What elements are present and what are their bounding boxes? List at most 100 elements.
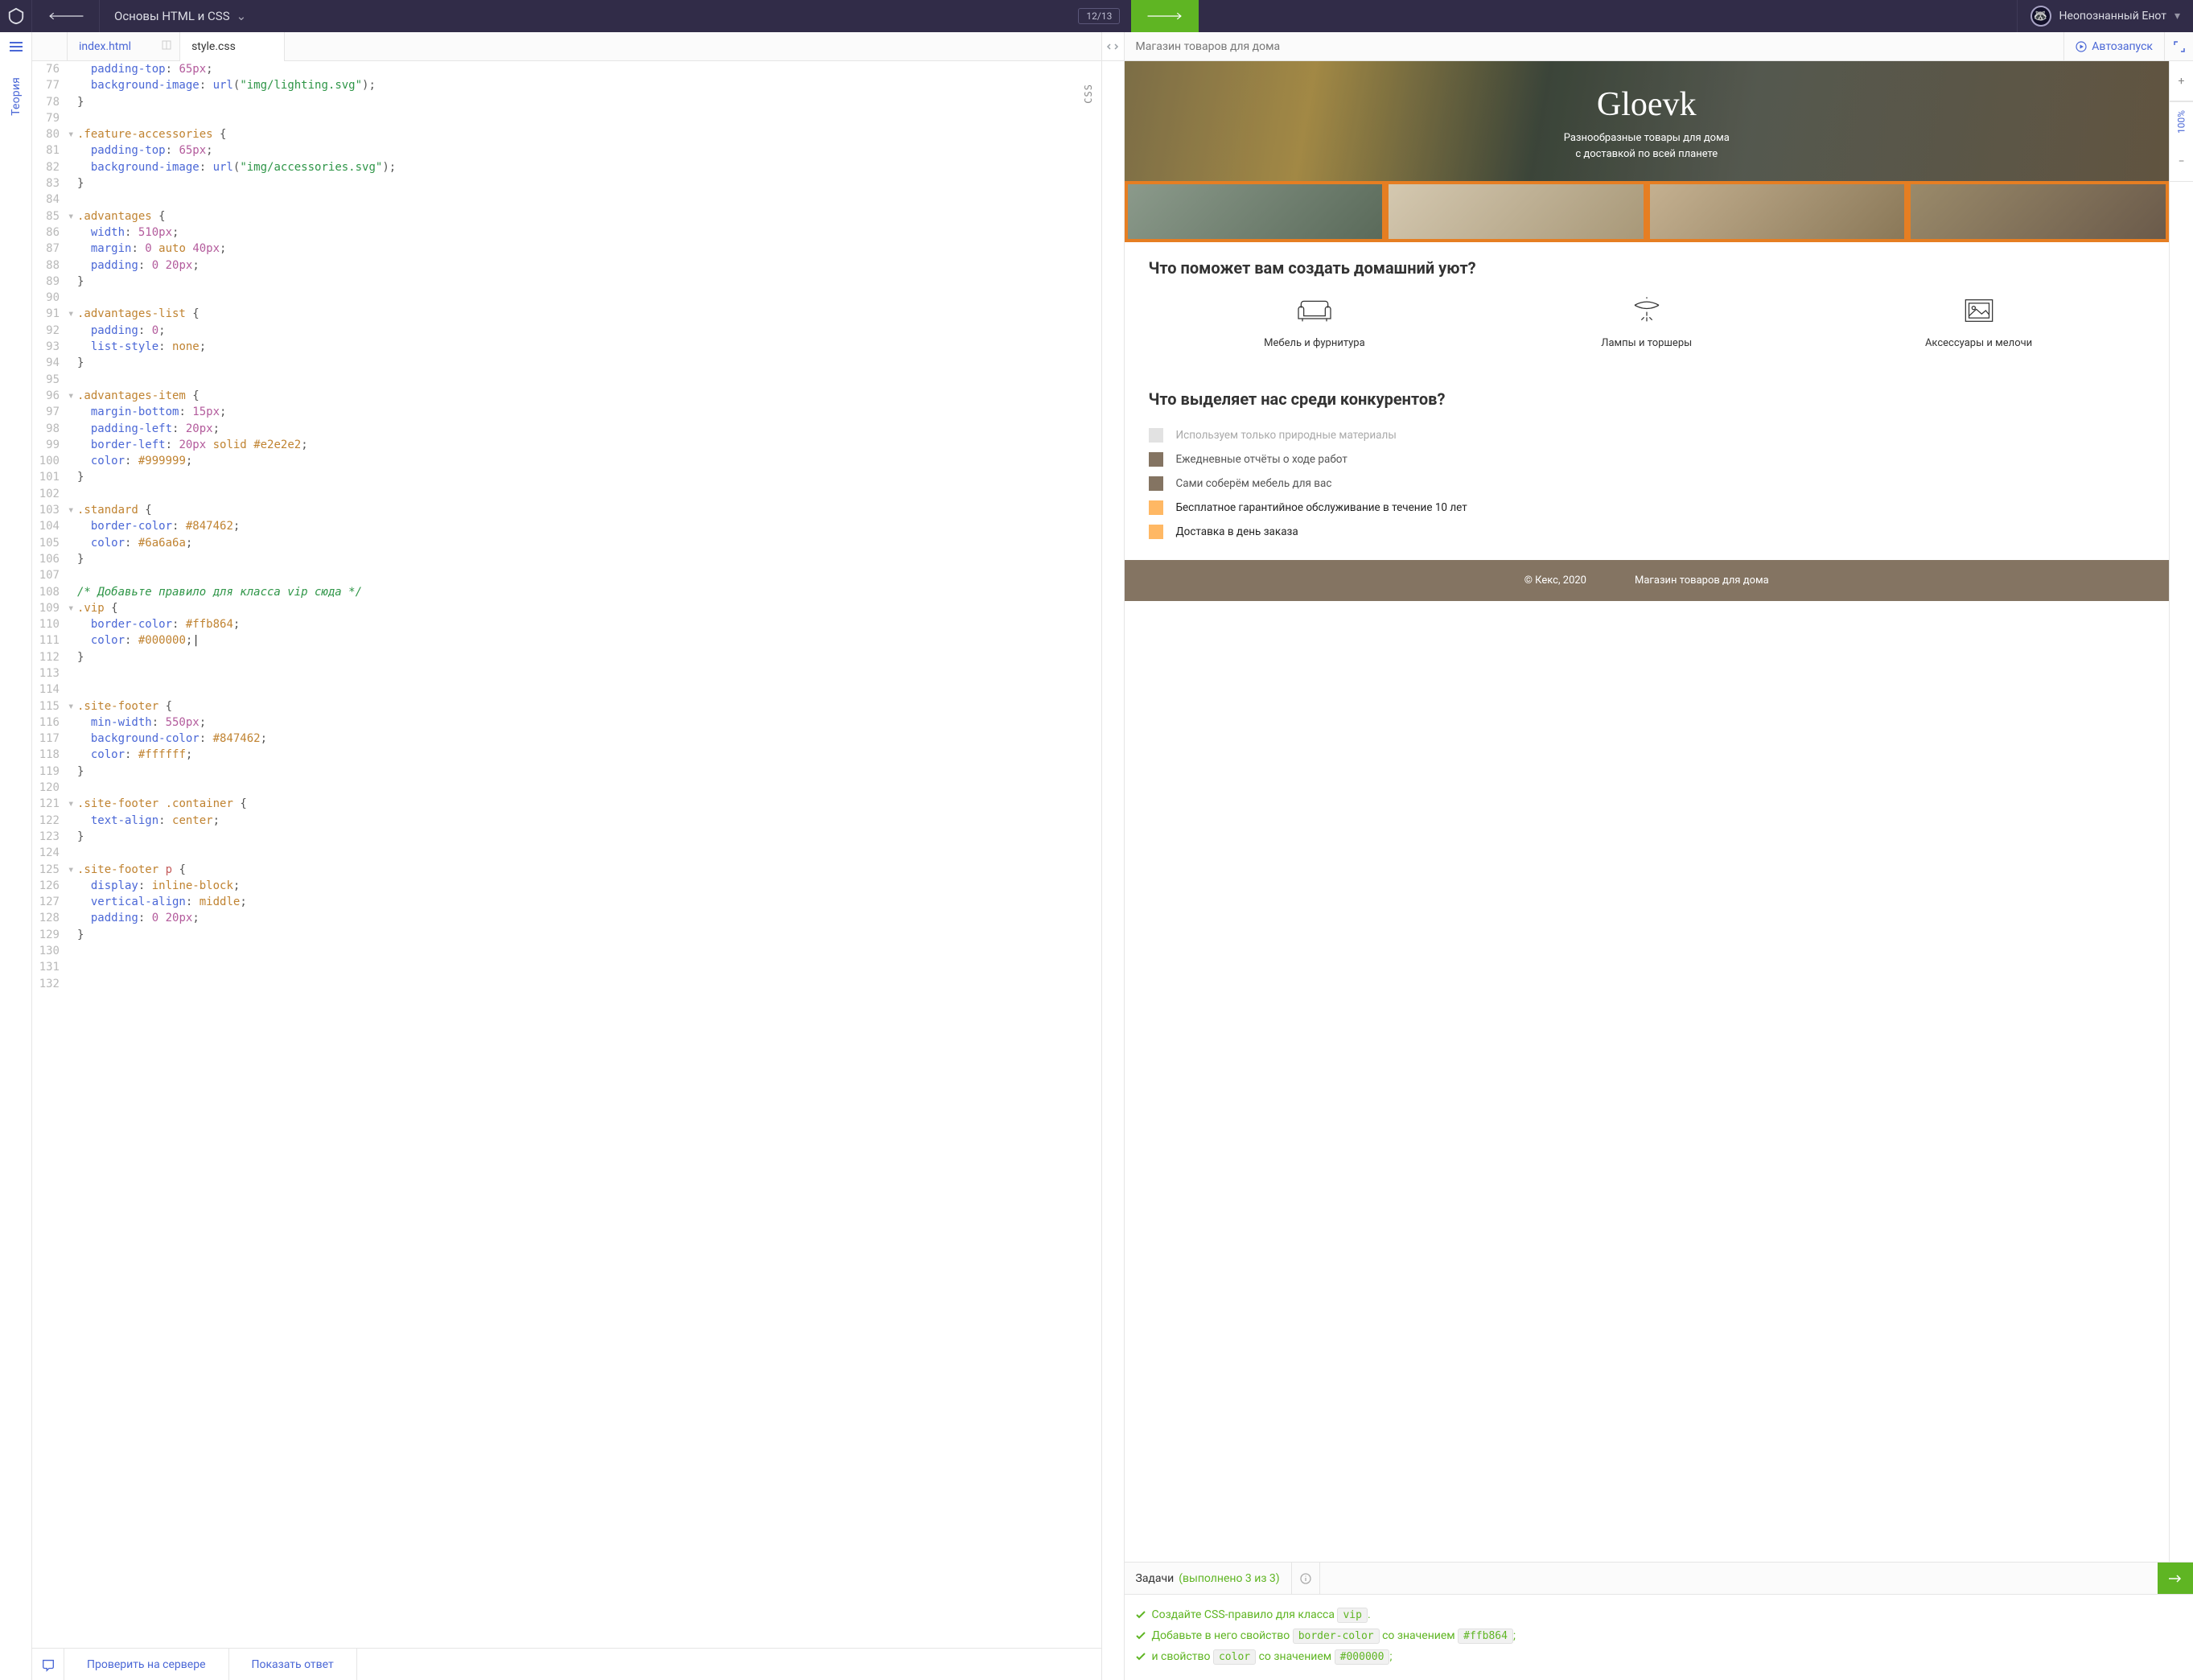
preview-iframe[interactable]: Gloevk Разнообразные товары для дома с д… [1125,61,2170,1562]
code-line[interactable]: 123 } [32,829,1101,845]
tasks-header: Задачи (выполнено 3 из 3) [1125,1563,2193,1595]
autorun-button[interactable]: Автозапуск [2063,32,2164,60]
code-line[interactable]: 128 padding: 0 20px; [32,910,1101,926]
tasks-info-button[interactable] [1291,1563,1320,1594]
code-line[interactable]: 98 padding-left: 20px; [32,421,1101,437]
code-line[interactable]: 131 [32,959,1101,975]
autorun-label: Автозапуск [2092,40,2153,53]
code-line[interactable]: 82 background-image: url("img/accessorie… [32,159,1101,175]
code-line[interactable]: 109▾.vip { [32,600,1101,616]
code-line[interactable]: 103▾.standard { [32,502,1101,518]
picture-icon [1812,292,2145,329]
tasks-list: Создайте CSS-правило для класса vip.Доба… [1125,1595,2193,1680]
code-line[interactable]: 114 [32,681,1101,698]
expand-preview-button[interactable] [2164,32,2193,60]
feature-furniture: Мебель и фурнитура [1149,292,1481,349]
feature-label: Мебель и фурнитура [1149,337,1481,349]
code-line[interactable]: 107 [32,567,1101,583]
code-line[interactable]: 84 [32,191,1101,208]
code-editor[interactable]: CSS 76 padding-top: 65px;77 background-i… [32,61,1101,1648]
code-line[interactable]: 81 padding-top: 65px; [32,142,1101,159]
code-line[interactable]: 115▾.site-footer { [32,698,1101,714]
logo-icon[interactable] [0,0,32,32]
code-line[interactable]: 76 padding-top: 65px; [32,61,1101,77]
code-line[interactable]: 102 [32,486,1101,502]
lamp-icon [1480,292,1812,329]
code-line[interactable]: 119 } [32,764,1101,780]
hero-subtitle-1: Разнообразные товары для дома [1141,130,2154,146]
code-line[interactable]: 101 } [32,469,1101,485]
code-line[interactable]: 91▾.advantages-list { [32,306,1101,322]
code-line[interactable]: 122 text-align: center; [32,813,1101,829]
show-answer-button[interactable]: Показать ответ [229,1649,357,1680]
code-line[interactable]: 78 } [32,94,1101,110]
code-line[interactable]: 120 [32,780,1101,796]
code-line[interactable]: 89 } [32,274,1101,290]
preview-panel: Магазин товаров для дома Автозапуск Gloe… [1125,32,2193,1680]
code-line[interactable]: 132 [32,976,1101,992]
menu-icon[interactable] [0,32,32,61]
panel-divider[interactable] [1102,32,1125,1680]
tab-index-html[interactable]: index.html [68,32,180,60]
code-line[interactable]: 88 padding: 0 20px; [32,257,1101,274]
code-line[interactable]: 110 border-color: #ffb864; [32,616,1101,632]
code-line[interactable]: 104 border-color: #847462; [32,518,1101,534]
course-title-dropdown[interactable]: Основы HTML и CSS ⌄ [100,0,261,32]
code-line[interactable]: 130 [32,943,1101,959]
chevron-down-icon: ⌄ [237,9,247,23]
code-line[interactable]: 97 margin-bottom: 15px; [32,404,1101,420]
code-line[interactable]: 129 } [32,927,1101,943]
user-name: Неопознанный Енот [2059,10,2166,23]
footer-copyright: © Кекс, 2020 [1524,574,1586,587]
tab-label: index.html [79,40,131,53]
code-line[interactable]: 93 list-style: none; [32,339,1101,355]
zoom-out-button[interactable]: − [2170,142,2193,182]
code-line[interactable]: 121▾.site-footer .container { [32,796,1101,812]
next-button[interactable] [1131,0,1199,32]
code-line[interactable]: 113 [32,665,1101,681]
code-line[interactable]: 95 [32,372,1101,388]
code-line[interactable]: 125▾.site-footer p { [32,862,1101,878]
code-line[interactable]: 105 color: #6a6a6a; [32,535,1101,551]
code-line[interactable]: 111 color: #000000;| [32,632,1101,649]
code-line[interactable]: 108 /* Добавьте правило для класса vip с… [32,584,1101,600]
code-line[interactable]: 106 } [32,551,1101,567]
prev-button[interactable] [32,0,100,32]
tab-label: style.css [191,40,236,53]
avatar: 🦝 [2030,6,2051,27]
code-line[interactable]: 92 padding: 0; [32,323,1101,339]
split-view-icon[interactable] [162,40,171,53]
code-line[interactable]: 126 display: inline-block; [32,878,1101,894]
code-line[interactable]: 85▾.advantages { [32,208,1101,224]
code-line[interactable]: 83 } [32,175,1101,191]
code-line[interactable]: 127 vertical-align: middle; [32,894,1101,910]
code-line[interactable]: 90 [32,290,1101,306]
keks-hint-icon[interactable] [32,1649,64,1680]
code-line[interactable]: 80▾.feature-accessories { [32,126,1101,142]
code-line[interactable]: 77 background-image: url("img/lighting.s… [32,77,1101,93]
code-line[interactable]: 87 margin: 0 auto 40px; [32,241,1101,257]
theory-sidebar[interactable]: Теория [0,32,32,1680]
code-line[interactable]: 116 min-width: 550px; [32,714,1101,731]
editor-tabs: index.html style.css [32,32,1101,61]
check-server-button[interactable]: Проверить на сервере [64,1649,229,1680]
code-line[interactable]: 79 [32,110,1101,126]
code-line[interactable]: 86 width: 510px; [32,224,1101,241]
tasks-next-button[interactable] [2158,1563,2193,1594]
code-line[interactable]: 112 } [32,649,1101,665]
footer-tagline: Магазин товаров для дома [1635,574,1769,587]
resize-handle-icon[interactable] [1102,32,1124,61]
code-line[interactable]: 99 border-left: 20px solid #e2e2e2; [32,437,1101,453]
code-line[interactable]: 96▾.advantages-item { [32,388,1101,404]
zoom-in-button[interactable]: + [2170,61,2193,101]
code-line[interactable]: 118 color: #ffffff; [32,747,1101,763]
course-title: Основы HTML и CSS [114,9,230,23]
code-line[interactable]: 117 background-color: #847462; [32,731,1101,747]
code-line[interactable]: 124 [32,845,1101,861]
code-line[interactable]: 94 } [32,355,1101,371]
task-item: и свойство color со значением #000000; [1136,1646,2183,1667]
code-line[interactable]: 100 color: #999999; [32,453,1101,469]
tab-style-css[interactable]: style.css [180,32,285,60]
feature-accessories: Аксессуары и мелочи [1812,292,2145,349]
user-menu[interactable]: 🦝 Неопознанный Енот ▾ [2017,0,2193,32]
